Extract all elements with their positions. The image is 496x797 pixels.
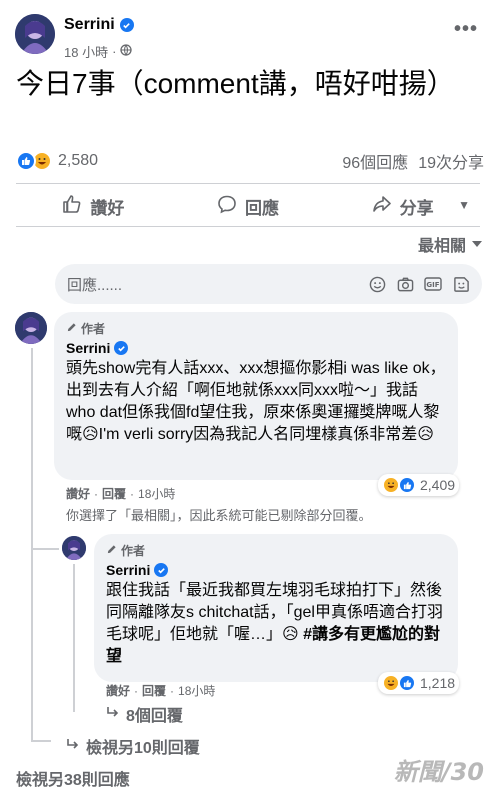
comment-actions: 讚好 · 回覆 · 18小時	[66, 485, 175, 502]
view-replies-link[interactable]: 8個回覆	[106, 702, 183, 726]
comment-time[interactable]: 18小時	[138, 485, 175, 502]
verified-icon	[119, 18, 134, 32]
author-badge-label: 作者	[121, 544, 146, 558]
thread-line	[31, 348, 33, 740]
dot-separator: ·	[112, 44, 117, 59]
view-more-replies-label[interactable]: 檢視另10則回覆	[86, 734, 200, 758]
view-more-comments-label[interactable]: 檢視另38則回應	[16, 766, 130, 790]
like-reaction-icon	[398, 476, 416, 494]
dot-separator: ·	[130, 486, 135, 501]
like-button-label[interactable]: 讚好	[90, 194, 124, 219]
view-replies-label[interactable]: 8個回覆	[126, 702, 183, 726]
post-text: 今日7事（comment講，唔好咁揚）	[16, 68, 455, 99]
reply-reply-link[interactable]: 回覆	[142, 682, 166, 699]
post-header: Serrini 18 小時 · •••	[0, 0, 496, 64]
emoji-icon[interactable]	[368, 275, 386, 293]
author-badge: 作者	[66, 320, 446, 337]
dot-separator: ·	[134, 683, 139, 698]
comment-reply-link[interactable]: 回覆	[102, 485, 126, 502]
comment-input-placeholder[interactable]: 回應......	[67, 274, 358, 295]
like-button[interactable]: 讚好	[16, 194, 171, 219]
comment-like-link[interactable]: 讚好	[66, 485, 90, 502]
gif-icon[interactable]: GIF	[424, 275, 442, 293]
commenter-avatar[interactable]	[15, 312, 47, 344]
pencil-icon	[106, 544, 117, 558]
view-more-comments-link[interactable]: 檢視另38則回應	[16, 766, 130, 790]
commenter-name-text[interactable]: Serrini	[66, 340, 110, 356]
sticker-icon[interactable]	[452, 275, 470, 293]
comment-text: 頭先show完有人話xxx、xxx想摳你影相i was like ok，出到去有…	[66, 360, 446, 443]
author-avatar[interactable]	[15, 14, 55, 54]
filter-notice: 你選擇了「最相關」，因此系統可能已剔除部分回覆。	[66, 508, 372, 523]
comment-reactions-count[interactable]: 2,409	[420, 477, 455, 493]
comment-reactions[interactable]: 2,409	[378, 474, 460, 496]
view-more-replies-link[interactable]: 檢視另10則回覆	[66, 734, 200, 758]
comment-button[interactable]: 回應	[171, 194, 326, 219]
reply-reactions-count[interactable]: 1,218	[420, 675, 455, 691]
reaction-icons[interactable]	[16, 151, 52, 171]
comment-bubble-icon	[217, 194, 237, 219]
post-time[interactable]: 18 小時	[64, 42, 108, 61]
more-options-button[interactable]: •••	[454, 18, 478, 41]
share-button-label[interactable]: 分享	[400, 194, 434, 219]
divider	[16, 183, 480, 184]
globe-icon	[120, 44, 133, 59]
post-stats: 2,580 96個回應 19次分享	[16, 148, 484, 174]
sort-label[interactable]: 最相關	[418, 232, 466, 256]
thread-line	[73, 564, 75, 712]
reactions-count[interactable]: 2,580	[58, 152, 98, 170]
reply-arrow-icon	[66, 737, 80, 755]
camera-icon[interactable]	[396, 275, 414, 293]
share-arrow-icon	[372, 194, 392, 219]
reply-like-link[interactable]: 讚好	[106, 682, 130, 699]
comment-sort-dropdown[interactable]: 最相關	[418, 232, 482, 256]
comments-count[interactable]: 96個回應	[342, 149, 408, 173]
commenter-name-text[interactable]: Serrini	[106, 562, 150, 578]
news-watermark-logo: 新聞/30	[394, 752, 484, 787]
post-actions: 讚好 回應 分享 ▼	[16, 188, 480, 224]
caret-down-icon	[472, 235, 482, 253]
comment-button-label[interactable]: 回應	[245, 194, 279, 219]
shares-count[interactable]: 19次分享	[418, 149, 484, 173]
share-options-chevron-icon[interactable]: ▼	[458, 198, 470, 212]
author-badge: 作者	[106, 542, 446, 559]
reply-bubble: 作者 Serrini 跟住我話「最近我都買左塊羽毛球拍打下」然後同隔離隊友s c…	[94, 534, 458, 682]
reply-arrow-icon	[106, 705, 120, 723]
commenter-name[interactable]: Serrini	[106, 562, 446, 578]
comment-bubble: 作者 Serrini 頭先show完有人話xxx、xxx想摳你影相i was l…	[54, 312, 458, 480]
reply-reactions[interactable]: 1,218	[378, 672, 460, 694]
comment-input[interactable]: 回應...... GIF	[55, 264, 482, 304]
like-reaction-icon	[16, 151, 36, 171]
verified-icon	[114, 341, 129, 355]
reply-time[interactable]: 18小時	[178, 682, 215, 699]
dot-separator: ·	[170, 683, 175, 698]
dot-separator: ·	[94, 486, 99, 501]
watermark-text: 新聞/30	[393, 758, 484, 786]
svg-text:GIF: GIF	[426, 281, 439, 289]
divider	[16, 226, 480, 227]
commenter-name[interactable]: Serrini	[66, 340, 446, 356]
reply-avatar[interactable]	[62, 536, 86, 560]
thread-line	[31, 548, 59, 550]
author-name[interactable]: Serrini	[64, 16, 134, 34]
like-reaction-icon	[398, 674, 416, 692]
pencil-icon	[66, 322, 77, 336]
verified-icon	[154, 563, 169, 577]
author-badge-label: 作者	[81, 322, 106, 336]
thumbs-up-icon	[62, 194, 82, 219]
author-name-text[interactable]: Serrini	[64, 16, 115, 34]
reply-text: 跟住我話「最近我都買左塊羽毛球拍打下」然後同隔離隊友s chitchat話，「g…	[106, 580, 446, 668]
thread-line	[31, 740, 51, 742]
reply-actions: 讚好 · 回覆 · 18小時	[106, 682, 215, 699]
share-button[interactable]: 分享	[325, 194, 480, 219]
post-meta: 18 小時 ·	[64, 42, 133, 61]
